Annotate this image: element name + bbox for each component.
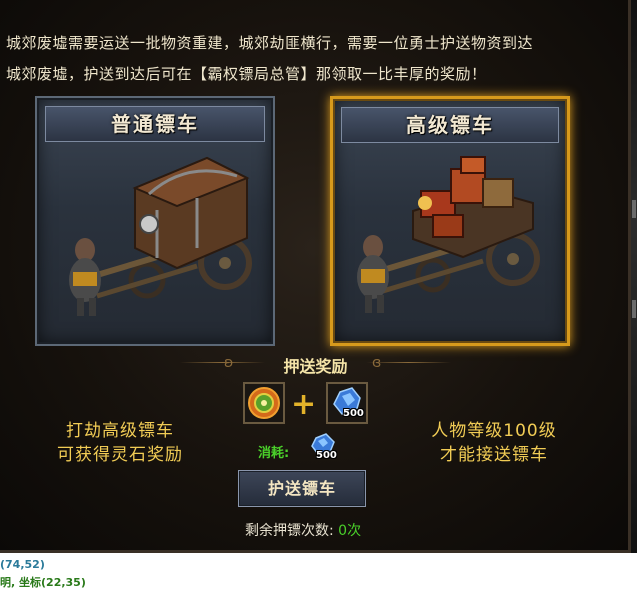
status-line-2: 明, 坐标(22,35) — [0, 576, 86, 589]
rob-note-line-1: 打劫高级镖车 — [66, 421, 174, 441]
ornament-line-right — [366, 362, 451, 363]
cost-qty: 500 — [316, 450, 337, 461]
scroll-thumb-lower[interactable] — [632, 300, 636, 318]
remaining-escorts: 剩余押镖次数: 0次 — [245, 520, 361, 540]
level-note-line-2: 才能接送镖车 — [440, 445, 548, 465]
quest-description: 城郊废墟需要运送一批物资重建，城郊劫匪横行，需要一位勇士护送物资到达 城郊废墟，… — [6, 28, 628, 90]
scrollbar-strip[interactable] — [631, 0, 637, 553]
rob-note-line-2: 可获得灵石奖励 — [57, 445, 183, 465]
normal-cart-image — [69, 156, 252, 316]
description-line-1: 城郊废墟需要运送一批物资重建，城郊劫匪横行，需要一位勇士护送物资到达 — [6, 34, 534, 52]
level-requirement-note: 人物等级100级 才能接送镖车 — [384, 419, 604, 467]
status-line-1: (74,52) — [0, 558, 45, 571]
cart-card-normal[interactable]: 普通镖车 — [35, 96, 275, 346]
cost-label: 消耗: — [258, 446, 290, 461]
level-note-line-1: 人物等级100级 — [431, 421, 557, 441]
advanced-cart-image — [357, 156, 540, 313]
escort-cart-button[interactable]: 护送镖车 — [238, 470, 366, 507]
description-line-2: 城郊废墟，护送到达后可在【霸权镖局总管】那领取一比丰厚的奖励！ — [6, 65, 487, 83]
plus-sign: + — [291, 387, 317, 422]
ornament-swirl-right: ɞ — [372, 355, 382, 371]
escort-dialog-panel: 城郊废墟需要运送一批物资重建，城郊劫匪横行，需要一位勇士护送物资到达 城郊废墟，… — [0, 0, 631, 553]
scroll-thumb[interactable] — [632, 200, 636, 218]
reward-slot-crystal[interactable]: 500 — [326, 382, 368, 424]
reward-crystal-qty: 500 — [343, 408, 364, 419]
rob-cart-note: 打劫高级镖车 可获得灵石奖励 — [10, 419, 230, 467]
remaining-count: 0次 — [338, 523, 362, 539]
reward-slot-spirit-orb[interactable] — [243, 382, 285, 424]
reward-section-title: 押送奖励 — [283, 357, 348, 376]
cart-card-advanced[interactable]: 高级镖车 — [330, 96, 570, 346]
remaining-label: 剩余押镖次数: — [245, 523, 334, 539]
spirit-orb-icon — [248, 387, 280, 419]
